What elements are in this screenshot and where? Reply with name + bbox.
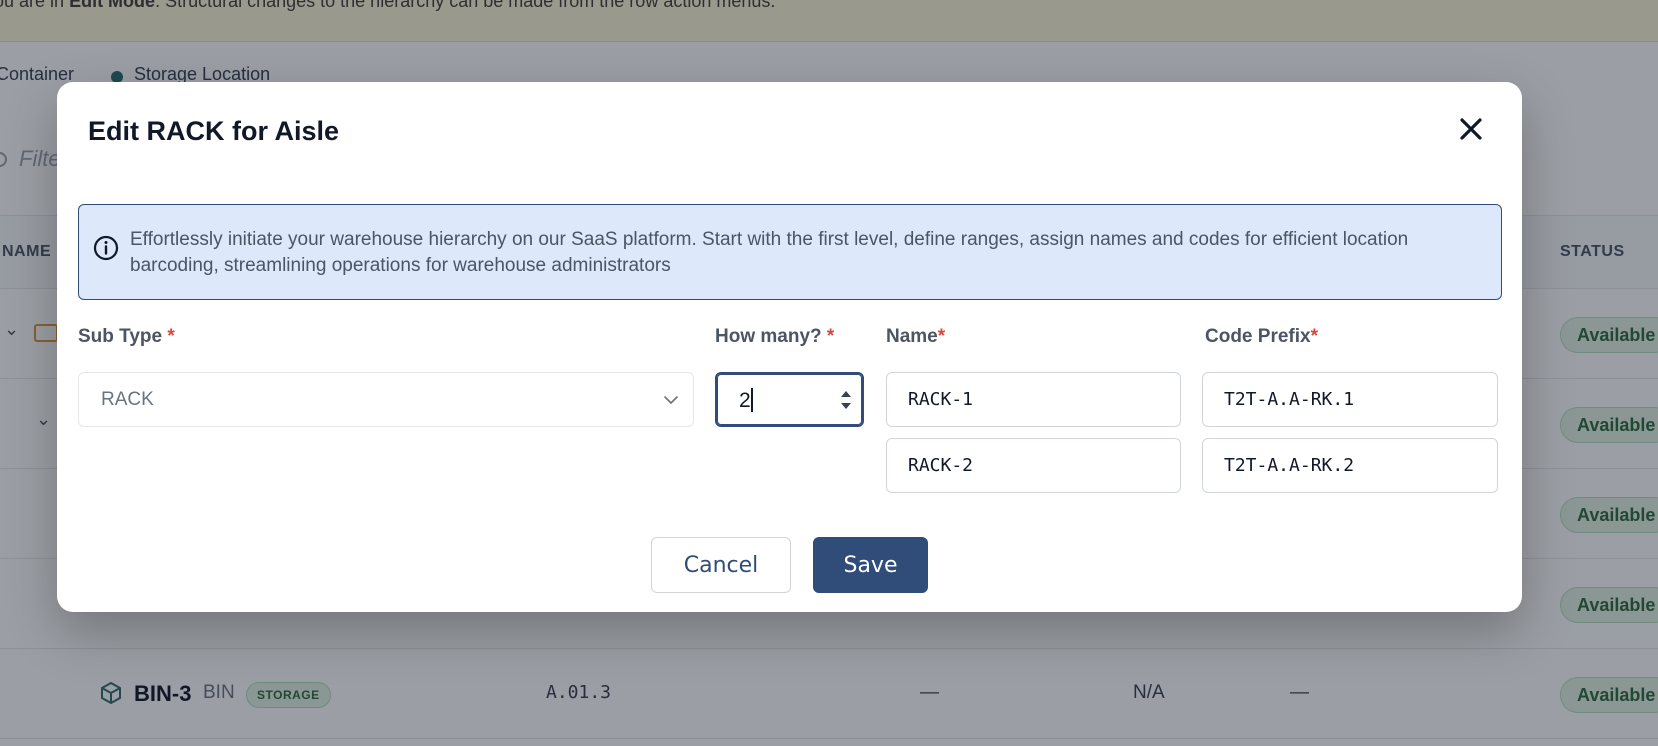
cancel-button[interactable]: Cancel bbox=[651, 537, 791, 593]
number-stepper-icon[interactable] bbox=[840, 386, 852, 414]
how-many-value: 2 bbox=[739, 389, 751, 412]
info-alert: Effortlessly initiate your warehouse hie… bbox=[78, 204, 1502, 300]
code-prefix-value: T2T-A.A-RK.2 bbox=[1224, 455, 1355, 476]
code-prefix-field-1[interactable]: T2T-A.A-RK.1 bbox=[1202, 372, 1498, 427]
code-prefix-field-2[interactable]: T2T-A.A-RK.2 bbox=[1202, 438, 1498, 493]
how-many-input[interactable]: 2 bbox=[715, 372, 864, 427]
modal-title: Edit RACK for Aisle bbox=[88, 116, 340, 146]
sub-type-label: Sub Type * bbox=[78, 326, 175, 347]
required-marker: * bbox=[167, 326, 175, 347]
close-button[interactable] bbox=[1454, 112, 1488, 146]
info-circle-icon bbox=[93, 235, 119, 261]
code-prefix-label: Code Prefix* bbox=[1205, 326, 1318, 347]
code-prefix-value: T2T-A.A-RK.1 bbox=[1224, 389, 1355, 410]
name-value: RACK-1 bbox=[908, 389, 974, 410]
sub-type-value: RACK bbox=[101, 389, 154, 410]
save-button[interactable]: Save bbox=[813, 537, 928, 593]
edit-rack-modal: Edit RACK for Aisle Effortlessly initiat… bbox=[57, 82, 1522, 612]
name-label: Name* bbox=[886, 326, 946, 347]
text-cursor bbox=[751, 388, 753, 412]
info-text: Effortlessly initiate your warehouse hie… bbox=[130, 229, 1409, 276]
name-field-2[interactable]: RACK-2 bbox=[886, 438, 1181, 493]
chevron-down-icon bbox=[664, 396, 678, 404]
name-value: RACK-2 bbox=[908, 455, 974, 476]
required-marker: * bbox=[826, 326, 835, 347]
close-icon bbox=[1460, 118, 1482, 140]
required-marker: * bbox=[1310, 326, 1318, 347]
sub-type-select[interactable]: RACK bbox=[78, 372, 694, 427]
required-marker: * bbox=[937, 326, 946, 347]
name-field-1[interactable]: RACK-1 bbox=[886, 372, 1181, 427]
how-many-label: How many? * bbox=[715, 326, 835, 347]
